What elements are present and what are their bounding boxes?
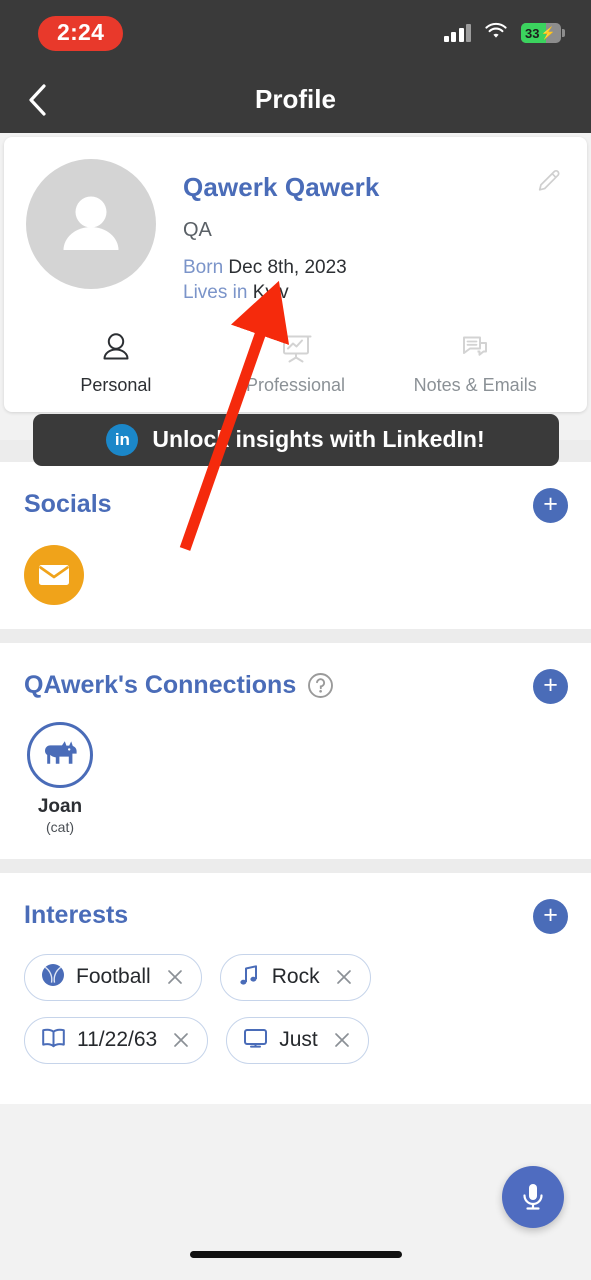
profile-tabs: Personal Professional Notes & Emails xyxy=(26,329,565,412)
tab-professional[interactable]: Professional xyxy=(206,329,386,396)
connections-header: QAwerk's Connections xyxy=(24,671,567,700)
nav-bar: Profile xyxy=(0,66,591,133)
cellular-signal-icon xyxy=(443,23,471,42)
born-label: Born xyxy=(183,257,224,278)
interests-chips: Football Rock 11/22/63 Just xyxy=(24,953,567,1064)
close-icon[interactable] xyxy=(165,967,185,987)
voice-record-button[interactable] xyxy=(502,1166,564,1228)
profile-card: Qawerk Qawerk QA Born Dec 8th, 2023 Live… xyxy=(4,137,587,412)
connection-relation: (cat) xyxy=(46,818,74,835)
profile-details: Qawerk Qawerk QA Born Dec 8th, 2023 Live… xyxy=(156,159,565,305)
interests-section: Interests + Football Rock 11/22/63 Just xyxy=(0,872,591,1104)
socials-header: Socials xyxy=(24,490,567,519)
connection-avatar xyxy=(27,721,93,788)
connections-title: QAwerk's Connections xyxy=(24,670,297,699)
interest-label: Just xyxy=(279,1028,318,1052)
connection-name: Joan xyxy=(37,795,83,817)
phone-screen: 2:24 33 ⚡ Profile Qawerk Qawerk QA Born … xyxy=(0,0,591,1280)
connections-list: Joan (cat) xyxy=(24,721,567,835)
interest-chip[interactable]: 11/22/63 xyxy=(24,1016,209,1064)
interests-title: Interests xyxy=(24,900,129,929)
interest-chip[interactable]: Just xyxy=(226,1016,369,1064)
scroll-content[interactable]: Qawerk Qawerk QA Born Dec 8th, 2023 Live… xyxy=(0,133,591,1193)
tab-personal-label: Personal xyxy=(80,374,152,395)
home-indicator[interactable] xyxy=(189,1251,402,1258)
close-icon[interactable] xyxy=(334,967,354,987)
book-icon xyxy=(40,1026,67,1055)
close-icon[interactable] xyxy=(171,1030,191,1050)
interests-header: Interests xyxy=(24,901,567,930)
socials-title: Socials xyxy=(24,489,112,518)
connections-section: QAwerk's Connections + Joan (cat) xyxy=(0,642,591,859)
social-item-email[interactable] xyxy=(24,544,84,605)
tab-notes-emails[interactable]: Notes & Emails xyxy=(385,329,565,396)
linkedin-banner[interactable]: in Unlock insights with LinkedIn! xyxy=(32,413,559,466)
profile-role: QA xyxy=(183,219,212,241)
linkedin-banner-text: Unlock insights with LinkedIn! xyxy=(152,426,485,453)
profile-name[interactable]: Qawerk Qawerk xyxy=(183,172,565,203)
interest-label: Rock xyxy=(271,965,320,989)
tab-notes-emails-label: Notes & Emails xyxy=(413,374,537,395)
status-icons: 33 ⚡ xyxy=(443,22,565,45)
bottom-bar xyxy=(0,1193,591,1280)
dog-icon xyxy=(45,740,77,764)
socials-section: Socials + xyxy=(0,461,591,629)
add-interest-button[interactable]: + xyxy=(533,898,568,934)
lives-value: Kyiv xyxy=(252,282,289,304)
presentation-chart-icon xyxy=(280,335,311,363)
interest-chip[interactable]: Football xyxy=(24,953,202,1001)
interest-chip[interactable]: Rock xyxy=(219,953,371,1001)
question-mark-circle-icon[interactable] xyxy=(307,672,334,699)
close-icon[interactable] xyxy=(332,1030,352,1050)
microphone-icon xyxy=(523,1184,543,1210)
add-connection-button[interactable]: + xyxy=(533,668,568,704)
add-social-button[interactable]: + xyxy=(533,487,568,523)
status-bar: 2:24 33 ⚡ xyxy=(0,0,591,66)
ball-icon xyxy=(40,962,66,993)
born-value: Dec 8th, 2023 xyxy=(228,257,347,278)
page-title: Profile xyxy=(255,84,336,114)
section-divider xyxy=(0,628,591,643)
edit-profile-button[interactable] xyxy=(529,161,569,201)
person-icon xyxy=(103,333,129,360)
profile-born-row: Born Dec 8th, 2023 xyxy=(183,256,565,279)
interest-label: 11/22/63 xyxy=(77,1028,158,1052)
section-divider-2 xyxy=(0,858,591,873)
tab-personal[interactable]: Personal xyxy=(26,329,206,396)
chat-bubbles-icon xyxy=(463,336,488,356)
battery-charging-icon: 33 ⚡ xyxy=(521,23,565,43)
lives-label: Lives in xyxy=(183,282,248,304)
tab-professional-label: Professional xyxy=(245,374,346,395)
pencil-edit-icon xyxy=(538,170,560,191)
chevron-left-icon xyxy=(29,83,46,116)
connection-item[interactable]: Joan (cat) xyxy=(24,721,96,835)
envelope-icon xyxy=(39,564,69,585)
profile-header: Qawerk Qawerk QA Born Dec 8th, 2023 Live… xyxy=(26,159,565,305)
back-button[interactable] xyxy=(14,77,60,123)
battery-level: 33 xyxy=(525,25,540,41)
person-avatar-icon xyxy=(63,196,119,250)
charging-bolt-icon: ⚡ xyxy=(540,26,556,40)
linkedin-icon: in xyxy=(106,423,139,456)
interest-label: Football xyxy=(76,965,151,989)
socials-list xyxy=(24,544,567,605)
music-note-icon xyxy=(236,962,262,993)
wifi-icon xyxy=(484,22,508,45)
monitor-icon xyxy=(242,1026,269,1055)
avatar[interactable] xyxy=(26,159,156,289)
recording-time-pill[interactable]: 2:24 xyxy=(38,15,124,51)
profile-lives-row: Lives in Kyiv xyxy=(183,281,565,304)
